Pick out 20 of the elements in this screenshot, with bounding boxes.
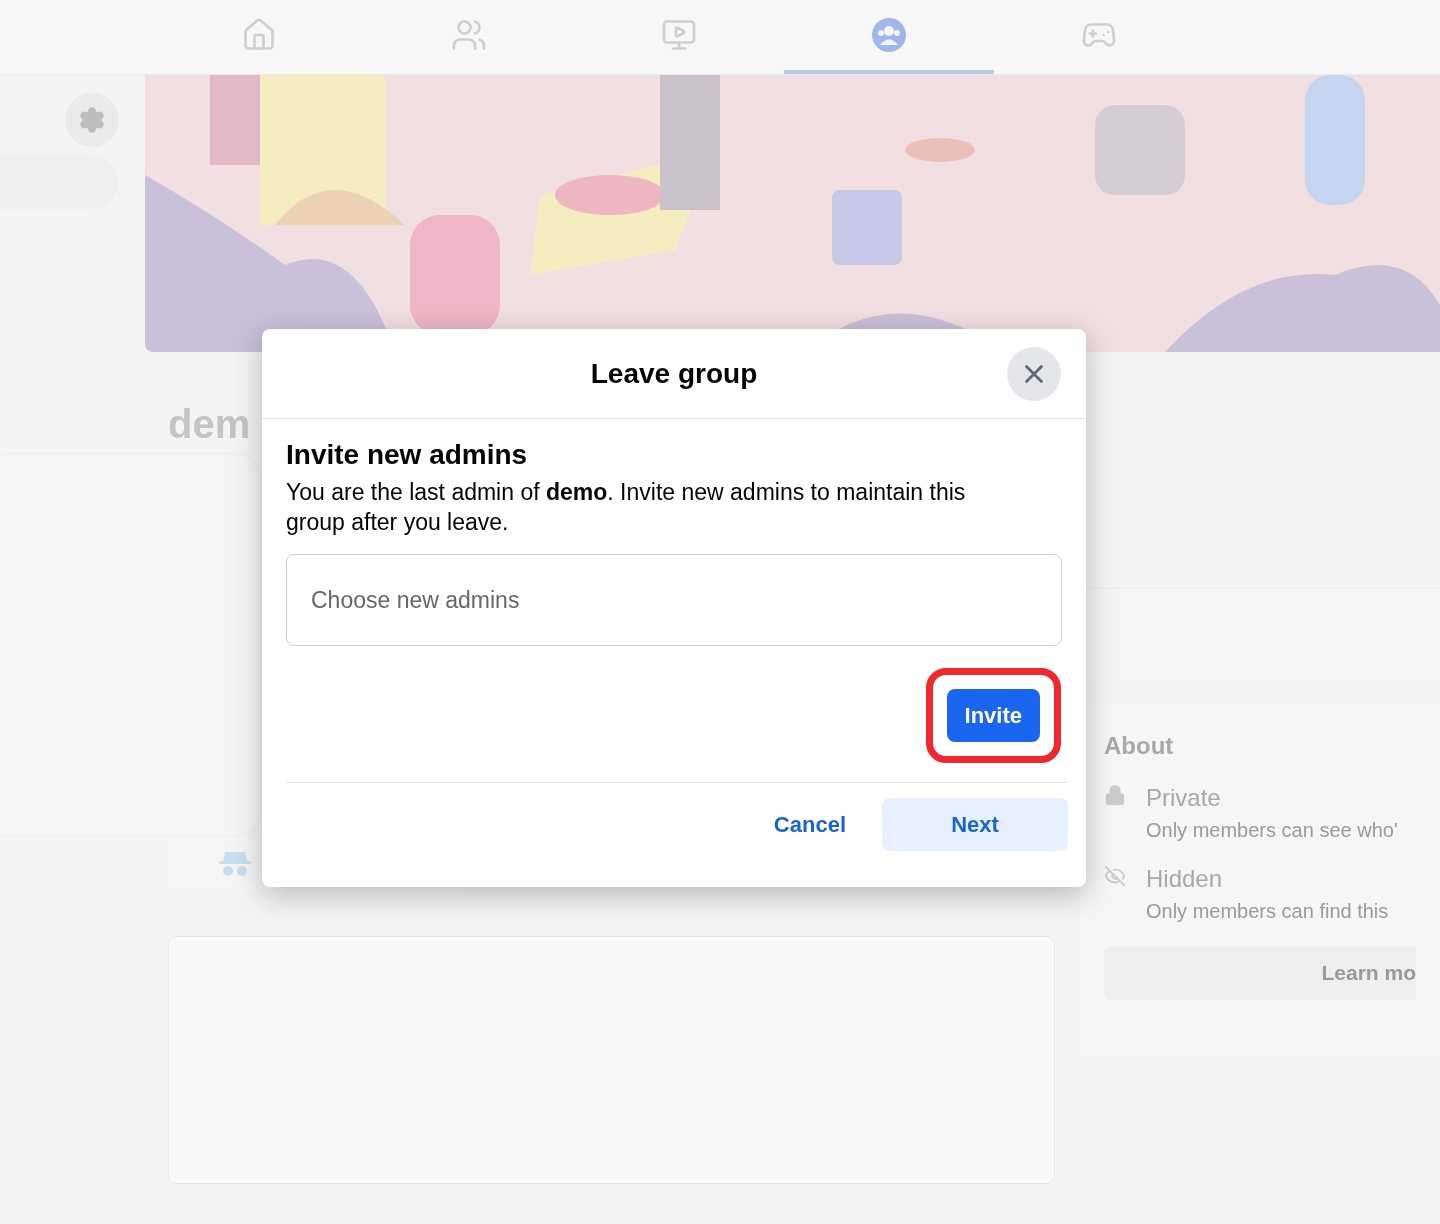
- groups-icon: [871, 17, 907, 53]
- section-heading: Invite new admins: [286, 438, 529, 472]
- settings-icon: [78, 106, 106, 134]
- privacy-description: Only members can find this: [1146, 899, 1390, 924]
- dialog-message: You are the last admin of demo. Invite new admins to maintain this group after you leave.: [286, 478, 967, 537]
- privacy-description: Only members can see who': [1146, 818, 1399, 843]
- invite-button[interactable]: Invite: [946, 688, 1040, 742]
- dialog-title: Leave group: [590, 356, 758, 391]
- video-icon: [661, 17, 697, 53]
- privacy-title: Private: [1146, 783, 1222, 813]
- home-icon: [241, 17, 277, 53]
- hidden-icon: [1104, 865, 1126, 887]
- about-title: About: [1104, 731, 1175, 761]
- close-button[interactable]: [1007, 347, 1061, 401]
- people-icon: [451, 17, 487, 53]
- cancel-button[interactable]: Cancel: [773, 798, 846, 851]
- privacy-title: Hidden: [1146, 864, 1224, 894]
- admins-field[interactable]: Choose new admins: [286, 554, 1062, 646]
- lock-icon: [1104, 784, 1126, 806]
- next-button[interactable]: Next: [882, 798, 1068, 851]
